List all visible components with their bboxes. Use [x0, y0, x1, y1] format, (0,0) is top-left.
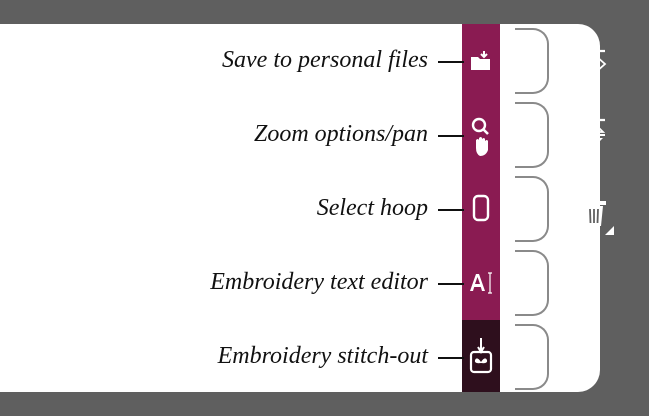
hoop-icon[interactable]	[462, 188, 500, 228]
bracket-hoop	[515, 176, 549, 242]
pointer-hoop	[438, 209, 464, 211]
pointer-stitchout	[438, 357, 464, 359]
folder-save-icon[interactable]	[462, 42, 500, 82]
label-zoom: Zoom options/pan	[253, 121, 428, 147]
pointer-zoom	[438, 135, 464, 137]
top-bar	[0, 0, 649, 24]
label-hoop: Select hoop	[316, 195, 428, 221]
submenu-indicator-icon	[605, 226, 614, 235]
text-editor-icon[interactable]	[462, 263, 500, 303]
bracket-text	[515, 250, 549, 316]
mirror-end-to-end-icon[interactable]	[574, 114, 614, 154]
pointer-save	[438, 61, 464, 63]
mirror-side-to-side-icon[interactable]	[574, 42, 614, 82]
bracket-stitchout	[515, 324, 549, 390]
bracket-save	[515, 28, 549, 94]
label-text-editor: Embroidery text editor	[210, 269, 428, 295]
bracket-zoom	[515, 102, 549, 168]
zoom-pan-icon[interactable]	[462, 114, 500, 162]
tool-panel	[0, 24, 600, 392]
pointer-text	[438, 283, 464, 285]
bottom-bar	[0, 392, 649, 416]
stitch-out-icon[interactable]	[462, 334, 500, 378]
label-save: Save to personal files	[222, 47, 428, 73]
label-stitchout: Embroidery stitch-out	[217, 343, 428, 369]
